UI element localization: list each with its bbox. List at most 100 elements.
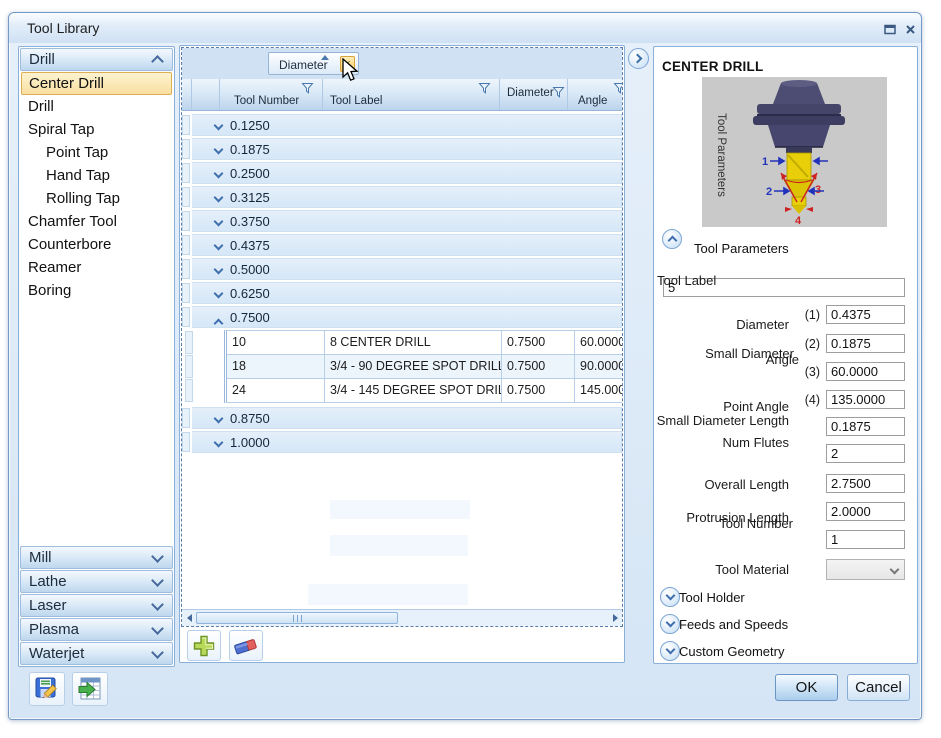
sidebar-item-chamfer-tool[interactable]: Chamfer Tool (19, 210, 174, 233)
delete-tool-icon (233, 635, 259, 657)
small-diameter-input[interactable] (826, 334, 905, 353)
sidebar-item-drill[interactable]: Drill (19, 95, 174, 118)
group-row[interactable]: 0.1875 (192, 138, 622, 160)
cell-tool-number: 10 (227, 331, 325, 354)
chevron-down-icon (214, 414, 224, 424)
filter-icon[interactable] (552, 86, 565, 99)
cancel-button[interactable]: Cancel (847, 674, 910, 701)
column-header-diameter[interactable]: Diameter (500, 79, 568, 110)
group-row[interactable]: 0.1250 (192, 114, 622, 136)
sidebar-item-label: Drill (28, 98, 54, 115)
point-angle-input[interactable] (826, 390, 905, 409)
group-row[interactable]: 0.4375 (192, 234, 622, 256)
delete-tool-button[interactable] (229, 630, 263, 661)
sidebar-item-label: Center Drill (29, 75, 104, 92)
scroll-right-arrow[interactable] (609, 612, 621, 624)
group-row-expanded[interactable]: 0.7500 (192, 306, 622, 328)
sidebar-section-label: Lathe (29, 573, 67, 590)
export-icon (77, 676, 103, 702)
window-title: Tool Library (27, 20, 99, 36)
horizontal-scrollbar[interactable] (182, 609, 622, 626)
group-row[interactable]: 0.2500 (192, 162, 622, 184)
sidebar-item-reamer[interactable]: Reamer (19, 256, 174, 279)
collapse-details-button[interactable] (628, 48, 649, 69)
chevron-down-icon (214, 438, 224, 448)
sidebar-section-mill[interactable]: Mill (20, 546, 173, 569)
sidebar-item-counterbore[interactable]: Counterbore (19, 233, 174, 256)
add-tool-button[interactable] (187, 630, 221, 661)
param-number: (1) (805, 308, 820, 322)
sidebar-section-laser[interactable]: Laser (20, 594, 173, 617)
sidebar-section-drill[interactable]: Drill (20, 48, 173, 71)
group-row[interactable]: 0.6250 (192, 282, 622, 304)
sidebar-item-point-tap[interactable]: Point Tap (19, 141, 174, 164)
title-bar[interactable]: Tool Library (9, 13, 921, 43)
row-indicator (182, 211, 190, 231)
table-row[interactable]: 24 3/4 - 145 DEGREE SPOT DRILL 0.7500 14… (227, 378, 622, 402)
sidebar-item-label: Point Tap (46, 144, 108, 161)
angle-input[interactable] (826, 362, 905, 381)
point-angle-label: Point Angle (723, 399, 789, 414)
num-flutes-input[interactable] (826, 444, 905, 463)
section-header-feeds-speeds[interactable]: Feeds and Speeds (679, 617, 788, 632)
overall-length-input[interactable] (826, 474, 905, 493)
group-by-pill-label: Diameter (279, 58, 328, 72)
scroll-left-arrow[interactable] (183, 612, 195, 624)
sidebar-item-label: Chamfer Tool (28, 213, 117, 230)
ok-button[interactable]: OK (775, 674, 838, 701)
group-row[interactable]: 0.3125 (192, 186, 622, 208)
tool-material-select[interactable] (826, 559, 905, 580)
sidebar-section-label: Waterjet (29, 645, 84, 662)
sidebar-item-spiral-tap[interactable]: Spiral Tap (19, 118, 174, 141)
tool-type-title: CENTER DRILL (662, 59, 763, 74)
chevron-down-icon (665, 645, 675, 655)
row-indicator (185, 331, 193, 354)
tool-number-input[interactable] (826, 530, 905, 549)
column-header-tool-number[interactable]: Tool Number (220, 79, 323, 110)
row-indicator (182, 432, 190, 452)
tool-parameters-collapse-button[interactable] (662, 229, 682, 249)
protrusion-length-input[interactable] (826, 502, 905, 521)
feeds-speeds-expand-button[interactable] (660, 614, 680, 634)
cell-tool-number: 18 (227, 355, 325, 378)
sidebar-item-boring[interactable]: Boring (19, 279, 174, 302)
chevron-down-icon (214, 265, 224, 275)
cell-diameter: 0.7500 (502, 379, 575, 402)
chevron-down-icon (151, 550, 164, 563)
close-button[interactable] (902, 22, 918, 36)
sidebar-item-center-drill[interactable]: Center Drill (21, 72, 172, 95)
table-row[interactable]: 18 3/4 - 90 DEGREE SPOT DRILL 0.7500 90.… (227, 354, 622, 378)
grid-rows-area: 0.1250 0.1875 0.2500 0.3125 0.3750 0.437… (182, 112, 622, 609)
group-row[interactable]: 0.5000 (192, 258, 622, 280)
group-row[interactable]: 0.3750 (192, 210, 622, 232)
row-indicator (182, 259, 190, 279)
sidebar-item-rolling-tap[interactable]: Rolling Tap (19, 187, 174, 210)
export-library-button[interactable] (72, 672, 108, 706)
group-by-zone[interactable]: Diameter × (182, 48, 622, 79)
chevron-up-icon (151, 55, 164, 68)
sidebar-section-waterjet[interactable]: Waterjet (20, 642, 173, 665)
sidebar-section-label: Drill (29, 51, 55, 68)
row-indicator (182, 235, 190, 255)
filter-icon[interactable] (478, 82, 491, 95)
sidebar-section-lathe[interactable]: Lathe (20, 570, 173, 593)
tool-holder-expand-button[interactable] (660, 587, 680, 607)
diameter-input[interactable] (826, 305, 905, 324)
save-library-button[interactable] (29, 672, 65, 706)
column-header-angle[interactable]: Angle (568, 79, 622, 110)
restore-button[interactable] (882, 22, 898, 36)
close-icon (905, 24, 916, 35)
section-header-tool-holder[interactable]: Tool Holder (679, 590, 745, 605)
filter-icon[interactable] (613, 82, 623, 95)
sidebar-item-hand-tap[interactable]: Hand Tap (19, 164, 174, 187)
thumb-grip (293, 615, 302, 622)
small-diameter-length-input[interactable] (826, 417, 905, 436)
table-row[interactable]: 10 8 CENTER DRILL 0.7500 60.0000 (227, 330, 622, 354)
custom-geometry-expand-button[interactable] (660, 641, 680, 661)
group-row[interactable]: 0.8750 (192, 407, 622, 429)
group-row[interactable]: 1.0000 (192, 431, 622, 453)
section-header-custom-geometry[interactable]: Custom Geometry (679, 644, 784, 659)
scrollbar-thumb[interactable] (196, 612, 398, 624)
sidebar-section-plasma[interactable]: Plasma (20, 618, 173, 641)
filter-icon[interactable] (301, 82, 314, 95)
